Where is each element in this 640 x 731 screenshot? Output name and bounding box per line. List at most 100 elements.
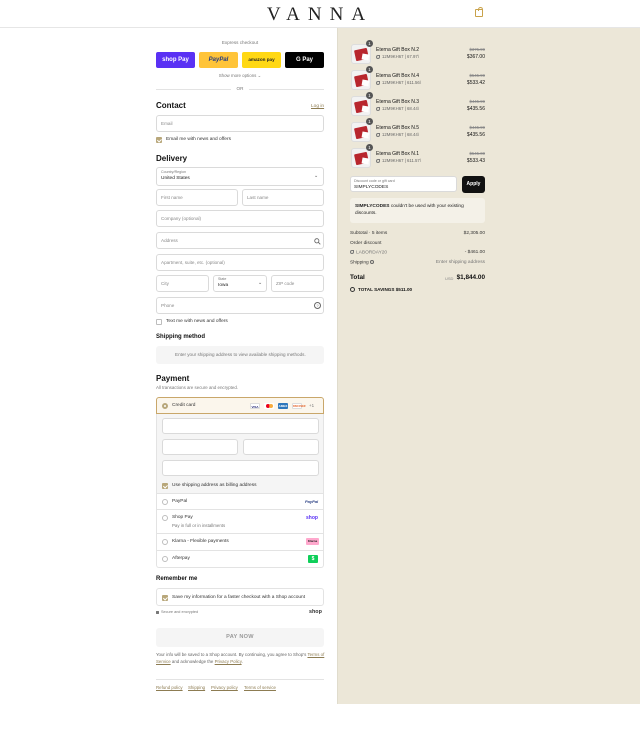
product-name: Eterna Gift Box N.3 <box>376 99 420 105</box>
country-select[interactable]: Country/Region United States ⌄ <box>156 167 324 186</box>
city-field[interactable]: City <box>156 275 209 292</box>
shipping-label-text: Shipping <box>350 260 369 266</box>
expiry-field[interactable] <box>162 439 238 455</box>
pay-now-button[interactable]: PAY NOW <box>156 628 324 647</box>
billing-checkbox[interactable] <box>162 483 168 489</box>
legal-line: Your info will be saved to a Shop accoun… <box>156 652 307 657</box>
company-field[interactable]: Company (optional) <box>156 210 324 227</box>
google-pay-button[interactable]: G Pay <box>285 52 324 68</box>
legal-end: . <box>241 659 243 664</box>
shop-pay-radio[interactable] <box>162 515 168 521</box>
product-thumbnail <box>351 70 371 90</box>
klarna-option[interactable]: Klarna - Flexible payments Klarna <box>156 534 324 551</box>
paypal-option[interactable]: PayPal PayPal <box>156 493 324 510</box>
address-placeholder: Address <box>161 238 178 243</box>
product-discount-code: 12M9KH67 | 611.56\ <box>376 80 421 85</box>
total-label: Total <box>350 274 365 281</box>
shop-pay-option[interactable]: Shop Pay Pay in full or in installments … <box>156 510 324 534</box>
shipping-label: Shipping <box>350 260 375 266</box>
terms-of-service-footer-link[interactable]: Terms of service <box>244 685 276 690</box>
tag-icon <box>376 54 380 59</box>
privacy-policy-footer-link[interactable]: Privacy policy <box>211 685 238 690</box>
credit-card-option[interactable]: Credit card VISA AMEX DISCOVER +1 <box>156 397 324 414</box>
zip-placeholder: ZIP code <box>276 281 295 286</box>
product-discount-code: 12M9KH67 | 611.57\ <box>376 158 421 163</box>
first-name-placeholder: First name <box>161 195 183 200</box>
brand-logo[interactable]: VANNA <box>0 4 640 26</box>
apartment-field[interactable]: Apartment, suite, etc. (optional) <box>156 254 324 271</box>
first-name-field[interactable]: First name <box>156 189 238 206</box>
klarna-radio[interactable] <box>162 539 168 545</box>
original-price: $445.99 <box>469 99 485 104</box>
shop-logo: shop <box>309 609 322 615</box>
original-price: $375.99 <box>469 47 485 52</box>
discount-code-value: SIMPLYCODES <box>354 185 389 190</box>
chevron-down-icon: ⌄ <box>314 173 319 179</box>
card-number-field[interactable] <box>162 418 319 434</box>
or-divider-right <box>249 89 324 90</box>
product-thumbnail <box>351 148 371 168</box>
show-more-options-link[interactable]: Show more options ⌄ <box>156 73 324 79</box>
product-name: Eterna Gift Box N.4 <box>376 73 420 79</box>
save-info-checkbox[interactable] <box>162 595 168 601</box>
phone-placeholder: Phone <box>161 303 175 308</box>
name-on-card-field[interactable] <box>162 460 319 476</box>
discount-error-text-2: discounts. <box>355 211 377 216</box>
last-name-field[interactable]: Last name <box>242 189 324 206</box>
tag-icon <box>376 158 380 163</box>
apply-discount-button[interactable]: Apply <box>462 176 485 193</box>
privacy-policy-link[interactable]: Privacy Policy <box>215 659 242 664</box>
shipping-method-heading: Shipping method <box>156 334 205 340</box>
shop-pay-button[interactable]: shop Pay <box>156 52 195 68</box>
state-select[interactable]: State Iowa ⌄ <box>213 275 267 292</box>
total-value: $1,844.00 <box>456 274 485 281</box>
text-offers-checkbox[interactable] <box>156 319 162 325</box>
product-code-text: 12M9KH67 | 611.57\ <box>382 158 422 163</box>
secure-label: Secure and encrypted <box>161 610 199 614</box>
shop-pay-label: shop Pay <box>162 57 189 63</box>
paypal-radio[interactable] <box>162 499 168 505</box>
address-field[interactable]: Address <box>156 232 324 249</box>
discount-error-box: SIMPLYCODES couldn't be used with your e… <box>350 198 485 223</box>
discount-error-message: couldn't be used with your existing <box>390 204 464 209</box>
amazon-pay-button[interactable]: amazon pay <box>242 52 281 68</box>
product-name: Eterna Gift Box N.2 <box>376 47 420 53</box>
zip-field[interactable]: ZIP code <box>271 275 324 292</box>
refund-policy-link[interactable]: Refund policy <box>156 685 183 690</box>
login-link[interactable]: Log in <box>311 104 324 109</box>
afterpay-radio[interactable] <box>162 556 168 562</box>
total-savings: TOTAL SAVINGS $511.00 <box>358 287 412 292</box>
legal-text: Your info will be saved to a Shop accoun… <box>156 651 326 665</box>
phone-field[interactable]: Phone ? <box>156 297 324 314</box>
quantity-badge: 1 <box>366 144 373 151</box>
product-code-text: 12M9KH67 | 68.44\ <box>382 106 419 111</box>
savings-icon <box>350 287 355 292</box>
credit-card-radio[interactable] <box>162 403 168 409</box>
state-value: Iowa <box>218 283 229 288</box>
discount-code-label: Discount code or gift card <box>354 179 395 183</box>
news-checkbox[interactable] <box>156 137 162 143</box>
security-code-field[interactable] <box>243 439 319 455</box>
total-savings-value: $511.00 <box>395 287 413 292</box>
contact-heading: Contact <box>156 101 186 110</box>
remember-me-heading: Remember me <box>156 576 198 582</box>
shop-pay-option-label: Shop Pay <box>172 515 193 520</box>
tag-icon <box>376 80 380 85</box>
product-thumbnail <box>351 44 371 64</box>
shopping-bag-icon[interactable] <box>475 7 483 17</box>
text-offers-label: Text me with news and offers <box>166 319 228 324</box>
discount-error-code: SIMPLYCODES <box>355 204 390 209</box>
apartment-placeholder: Apartment, suite, etc. (optional) <box>161 260 225 265</box>
afterpay-option[interactable]: Afterpay $ <box>156 551 324 568</box>
klarna-option-label: Klarna - Flexible payments <box>172 539 229 544</box>
paypal-button[interactable]: PayPal <box>199 52 238 68</box>
info-icon[interactable] <box>370 260 375 264</box>
footer-divider <box>156 679 324 680</box>
billing-label: Use shipping address as billing address <box>172 483 257 488</box>
shop-pay-option-sub: Pay in full or in installments <box>172 523 226 528</box>
shipping-link[interactable]: Shipping <box>188 685 205 690</box>
help-icon[interactable]: ? <box>314 302 321 309</box>
city-placeholder: City <box>161 281 169 286</box>
discount-code-field[interactable]: Discount code or gift card SIMPLYCODES <box>350 176 457 192</box>
email-field[interactable]: Email <box>156 115 324 132</box>
